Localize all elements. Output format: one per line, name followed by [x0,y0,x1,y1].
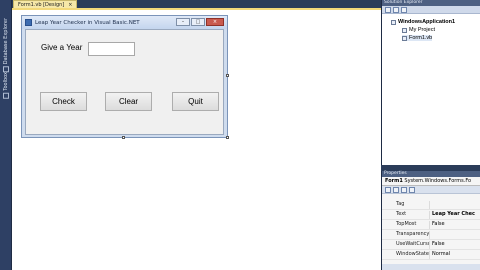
properties-object-selector[interactable]: Form1 System.Windows.Forms.Fo [382,177,480,186]
left-tool-strip: Database Explorer Toolbox [0,0,12,270]
property-row-tag[interactable]: Tag [382,201,480,210]
property-name: Text [396,211,407,217]
property-value[interactable]: Leap Year Chec [429,211,480,219]
tree-item-label: WindowsApplication1 [398,19,456,25]
object-name: Form1 [385,178,403,184]
my-project-icon [402,27,407,33]
year-input[interactable] [88,42,135,56]
toolbox-tab[interactable]: Toolbox [1,72,11,99]
properties-description-bar [382,264,480,270]
clear-button[interactable]: Clear [105,92,152,111]
give-year-label: Give a Year [41,43,83,52]
form-client-area: Give a Year Check Clear Quit [25,29,224,135]
solution-explorer-toolbar [382,6,480,14]
property-row-topmost[interactable]: TopMost False [382,221,480,230]
properties-view-icon[interactable] [401,187,407,193]
property-value[interactable]: Normal [429,251,480,259]
database-explorer-label: Database Explorer [3,18,9,65]
tree-item-label: My Project [409,27,435,33]
show-all-files-icon[interactable] [393,7,399,13]
toolbox-icon [3,92,9,99]
document-tab-row: Form1.vb [Design] × [12,0,381,8]
properties-icon[interactable] [385,7,391,13]
property-value[interactable]: False [429,221,480,229]
properties-pane: Properties Form1 System.Windows.Forms.Fo… [381,171,480,270]
categorized-icon[interactable] [385,187,391,193]
property-name: TopMost [396,221,417,227]
check-button[interactable]: Check [40,92,87,111]
resize-grip-corner[interactable] [226,136,229,139]
property-row-usewaitcursor[interactable]: UseWaitCursor False [382,241,480,250]
property-row-transparencykey[interactable]: TransparencyK [382,231,480,240]
right-dock: Solution Explorer WindowsApplication1 My… [381,0,480,270]
form-title: Leap Year Checker in Visual Basic.NET [35,19,140,26]
resize-grip-bottom[interactable] [122,136,125,139]
alphabetical-icon[interactable] [393,187,399,193]
property-value[interactable] [429,231,480,239]
property-row-text[interactable]: Text Leap Year Chec [382,211,480,220]
solution-explorer-pane: Solution Explorer WindowsApplication1 My… [381,0,480,165]
property-name: WindowState [396,251,429,257]
resize-grip-right[interactable] [226,74,229,77]
properties-toolbar [382,186,480,194]
property-row-windowstate[interactable]: WindowState Normal [382,251,480,260]
maximize-button[interactable]: □ [191,18,205,26]
tree-item-label: Form1.vb [409,35,433,41]
designed-form[interactable]: Leap Year Checker in Visual Basic.NET – … [21,15,228,138]
property-value[interactable] [429,201,480,209]
close-tab-icon[interactable]: × [68,1,72,8]
solution-icon [391,19,396,25]
property-name: Tag [396,201,405,207]
property-name: TransparencyK [396,231,429,237]
form-app-icon [25,19,32,26]
tree-item-my-project[interactable]: My Project [402,27,435,33]
property-value[interactable]: False [429,241,480,249]
document-tab-title: Form1.vb [Design] [18,2,65,8]
property-name: UseWaitCursor [396,241,429,247]
toolbox-label: Toolbox [3,72,9,91]
quit-button[interactable]: Quit [172,92,219,111]
events-icon[interactable] [409,187,415,193]
tree-item-solution[interactable]: WindowsApplication1 [391,19,455,25]
tree-item-form1[interactable]: Form1.vb [402,35,433,41]
form-file-icon [402,35,407,41]
database-explorer-tab[interactable]: Database Explorer [1,18,11,73]
close-button[interactable]: × [206,18,224,26]
minimize-button[interactable]: – [176,18,190,26]
refresh-icon[interactable] [401,7,407,13]
object-type: System.Windows.Forms.Fo [404,178,472,184]
document-tab[interactable]: Form1.vb [Design] × [13,0,78,8]
